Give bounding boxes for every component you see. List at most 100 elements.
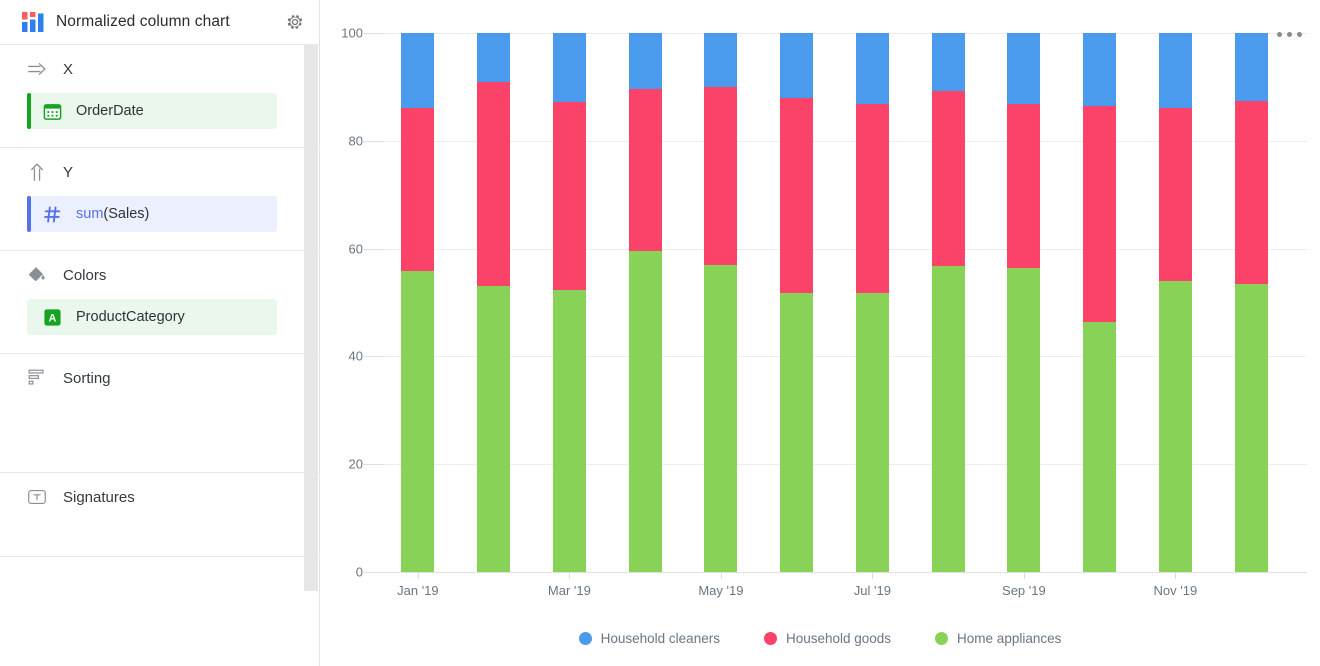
x-axis-tick-mark (569, 573, 571, 579)
text-box-icon (28, 489, 46, 505)
y-axis-tick-mark (362, 248, 384, 250)
shelf-colors-fields: A ProductCategory (0, 299, 319, 353)
bar-column[interactable] (477, 33, 511, 572)
shelf-y-header: Y (0, 148, 319, 196)
field-pill-sum-sales[interactable]: sum(Sales) (27, 196, 277, 232)
legend-item[interactable]: Household goods (763, 631, 892, 646)
chart-legend: Household cleaners Household goods Home ap… (320, 631, 1320, 646)
bar-segment[interactable] (855, 33, 889, 105)
field-pill-agg: sum (76, 206, 104, 222)
bar-segment[interactable] (1158, 33, 1192, 108)
arrow-right-icon (28, 63, 46, 75)
bar-segment[interactable] (780, 293, 814, 572)
bar-segment[interactable] (401, 108, 435, 272)
legend-item[interactable]: Household cleaners (578, 631, 720, 646)
bar-segment[interactable] (477, 82, 511, 287)
bar-segment[interactable] (1083, 33, 1117, 106)
bar-column[interactable] (1083, 33, 1117, 572)
bar-segment[interactable] (1083, 322, 1117, 572)
x-axis-tick-mark (1023, 573, 1025, 579)
field-pill-productcategory[interactable]: A ProductCategory (27, 299, 277, 335)
y-axis-tick-mark (362, 33, 384, 34)
shelf-signatures: Signatures (0, 473, 319, 557)
y-axis-tick-label: 60 (348, 241, 363, 257)
kebab-dot (1297, 32, 1302, 37)
bar-segment[interactable] (1158, 280, 1192, 572)
hash-icon (44, 206, 61, 222)
field-pill-arg: (Sales) (103, 206, 150, 222)
field-pill-label: sum(Sales) (76, 206, 149, 222)
bar-segment[interactable] (628, 251, 662, 572)
y-axis-tick-label: 100 (341, 25, 363, 41)
bar-segment[interactable] (1007, 268, 1041, 572)
bar-segment[interactable] (477, 286, 511, 572)
bar-segment[interactable] (780, 33, 814, 99)
bar-segment[interactable] (704, 264, 738, 572)
bar-segment[interactable] (477, 33, 511, 83)
bar-segment[interactable] (1234, 100, 1268, 285)
bar-segment[interactable] (780, 98, 814, 294)
bar-column[interactable] (704, 33, 738, 572)
bar-segment[interactable] (552, 33, 586, 102)
bar-segment[interactable] (1234, 284, 1268, 572)
field-pill-orderdate[interactable]: OrderDate (27, 93, 277, 129)
y-axis-tick-mark (362, 464, 384, 466)
y-axis-tick-mark (362, 356, 384, 358)
shelf-y: Y sum(Sales) (0, 148, 319, 251)
y-axis-tick-mark (362, 140, 384, 142)
bar-segment[interactable] (931, 91, 965, 267)
bar-segment[interactable] (628, 89, 662, 252)
bar-column[interactable] (855, 33, 889, 572)
legend-color-dot (578, 632, 592, 645)
bar-segment[interactable] (1083, 105, 1117, 323)
bar-segment[interactable] (1158, 107, 1192, 281)
x-axis-tick-mark (872, 573, 874, 579)
x-axis-tick-mark (417, 573, 419, 579)
bar-column[interactable] (780, 33, 814, 572)
field-pill-label: ProductCategory (76, 309, 185, 325)
bar-segment[interactable] (1007, 103, 1041, 269)
bar-segment[interactable] (704, 33, 738, 88)
bar-segment[interactable] (401, 271, 435, 572)
y-axis-tick-label: 20 (348, 456, 363, 472)
shelf-signatures-header: Signatures (0, 473, 319, 521)
bar-segment[interactable] (1007, 33, 1041, 104)
bar-segment[interactable] (704, 87, 738, 265)
legend-label: Household goods (785, 631, 892, 646)
bar-segment[interactable] (855, 104, 889, 294)
sidebar-scrollbar[interactable] (304, 45, 318, 591)
bar-segment[interactable] (931, 33, 965, 92)
x-axis-tick-label: Mar '19 (547, 583, 591, 598)
y-axis-tick-label: 40 (348, 348, 363, 364)
bar-column[interactable] (628, 33, 662, 572)
bar-column[interactable] (552, 33, 586, 572)
sidebar-shelves: X OrderDate Y sum(Sales) Colors A Produc… (0, 45, 319, 666)
paint-bucket-icon (29, 267, 45, 281)
shelf-sorting-label: Sorting (63, 369, 111, 387)
kebab-menu-icon[interactable] (1277, 32, 1302, 37)
bar-segment[interactable] (855, 293, 889, 572)
bar-segment[interactable] (552, 289, 586, 572)
bar-segment[interactable] (401, 33, 435, 109)
bar-segment[interactable] (628, 33, 662, 90)
shelf-y-fields: sum(Sales) (0, 196, 319, 250)
attribute-a-icon: A (44, 308, 61, 326)
legend-item[interactable]: Home appliances (935, 631, 1061, 646)
bar-column[interactable] (1158, 33, 1192, 572)
bar-segment[interactable] (552, 102, 586, 290)
gear-icon[interactable] (285, 12, 305, 32)
bar-segment[interactable] (1234, 33, 1268, 101)
bar-column[interactable] (1007, 33, 1041, 572)
legend-label: Home appliances (957, 631, 1062, 646)
bar-segment[interactable] (931, 266, 965, 572)
bar-column[interactable] (1234, 33, 1268, 572)
x-axis-tick-mark (720, 573, 722, 579)
bar-column[interactable] (401, 33, 435, 572)
shelf-x: X OrderDate (0, 45, 319, 148)
shelf-signatures-label: Signatures (63, 488, 135, 506)
shelf-sorting: Sorting (0, 354, 319, 473)
x-axis-tick-label: Jul '19 (853, 583, 891, 598)
shelf-sorting-header: Sorting (0, 354, 319, 402)
bar-column[interactable] (931, 33, 965, 572)
stacked-bar-chart: 0 20 40 60 80 100 Jan '19 Mar '19 May '19 Jul '19… (320, 0, 1320, 666)
